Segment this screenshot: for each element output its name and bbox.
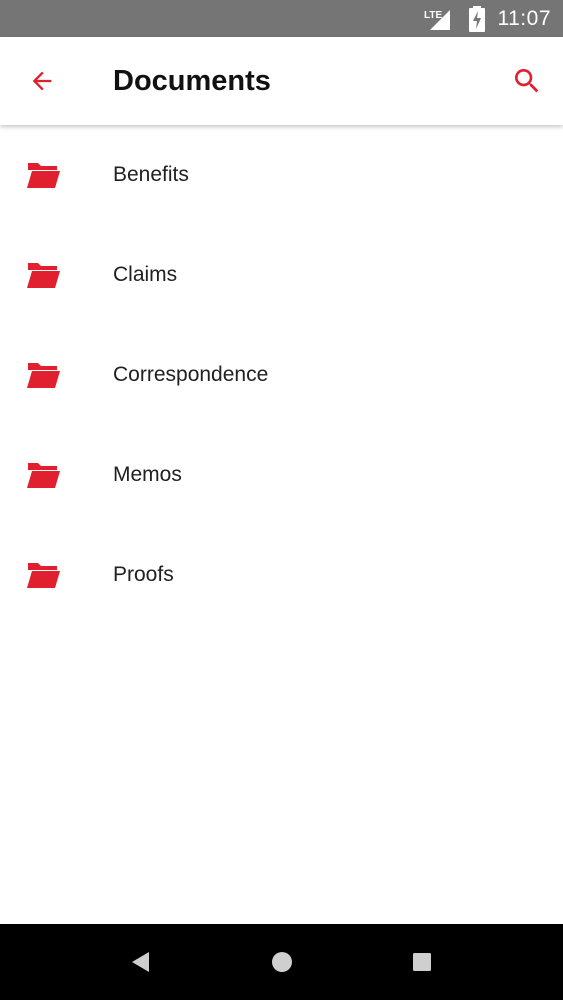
list-item-label: Memos: [113, 463, 182, 486]
status-icons: LTE 11:07: [424, 0, 552, 37]
search-icon: [515, 69, 539, 93]
list-item-label: Claims: [113, 263, 178, 286]
list-item-memos[interactable]: Memos: [0, 425, 563, 525]
list-item-benefits[interactable]: Benefits: [0, 125, 563, 225]
page-title: Documents: [113, 65, 271, 97]
status-time: 11:07: [497, 6, 551, 30]
nav-recents-icon: [413, 953, 431, 971]
list-item-correspondence[interactable]: Correspondence: [0, 325, 563, 425]
nav-back-icon: [132, 952, 149, 972]
arrow-back-icon: [32, 71, 52, 91]
nav-home-icon: [272, 952, 292, 972]
list-item-claims[interactable]: Claims: [0, 225, 563, 325]
list-item-label: Correspondence: [113, 363, 269, 386]
status-bar: LTE 11:07: [0, 0, 563, 37]
nav-back-button[interactable]: [123, 944, 159, 980]
system-nav-bar: [0, 924, 563, 1000]
app-bar: Documents: [0, 37, 563, 125]
nav-recents-button[interactable]: [404, 944, 440, 980]
nav-home-button[interactable]: [264, 944, 300, 980]
signal-icon: LTE: [424, 9, 450, 30]
list-item-label: Benefits: [113, 163, 189, 186]
folder-icon: [27, 463, 60, 488]
folder-icon: [27, 363, 60, 388]
back-button[interactable]: [20, 59, 64, 103]
network-type-label: LTE: [424, 10, 442, 21]
folder-icon: [27, 263, 60, 288]
documents-list: Benefits Claims Correspondence Memos Pro…: [0, 125, 563, 625]
folder-icon: [27, 163, 60, 188]
list-item-label: Proofs: [113, 563, 174, 586]
folder-icon: [27, 563, 60, 588]
battery-charging-icon: [468, 5, 485, 32]
list-item-proofs[interactable]: Proofs: [0, 525, 563, 625]
search-button[interactable]: [505, 59, 549, 103]
